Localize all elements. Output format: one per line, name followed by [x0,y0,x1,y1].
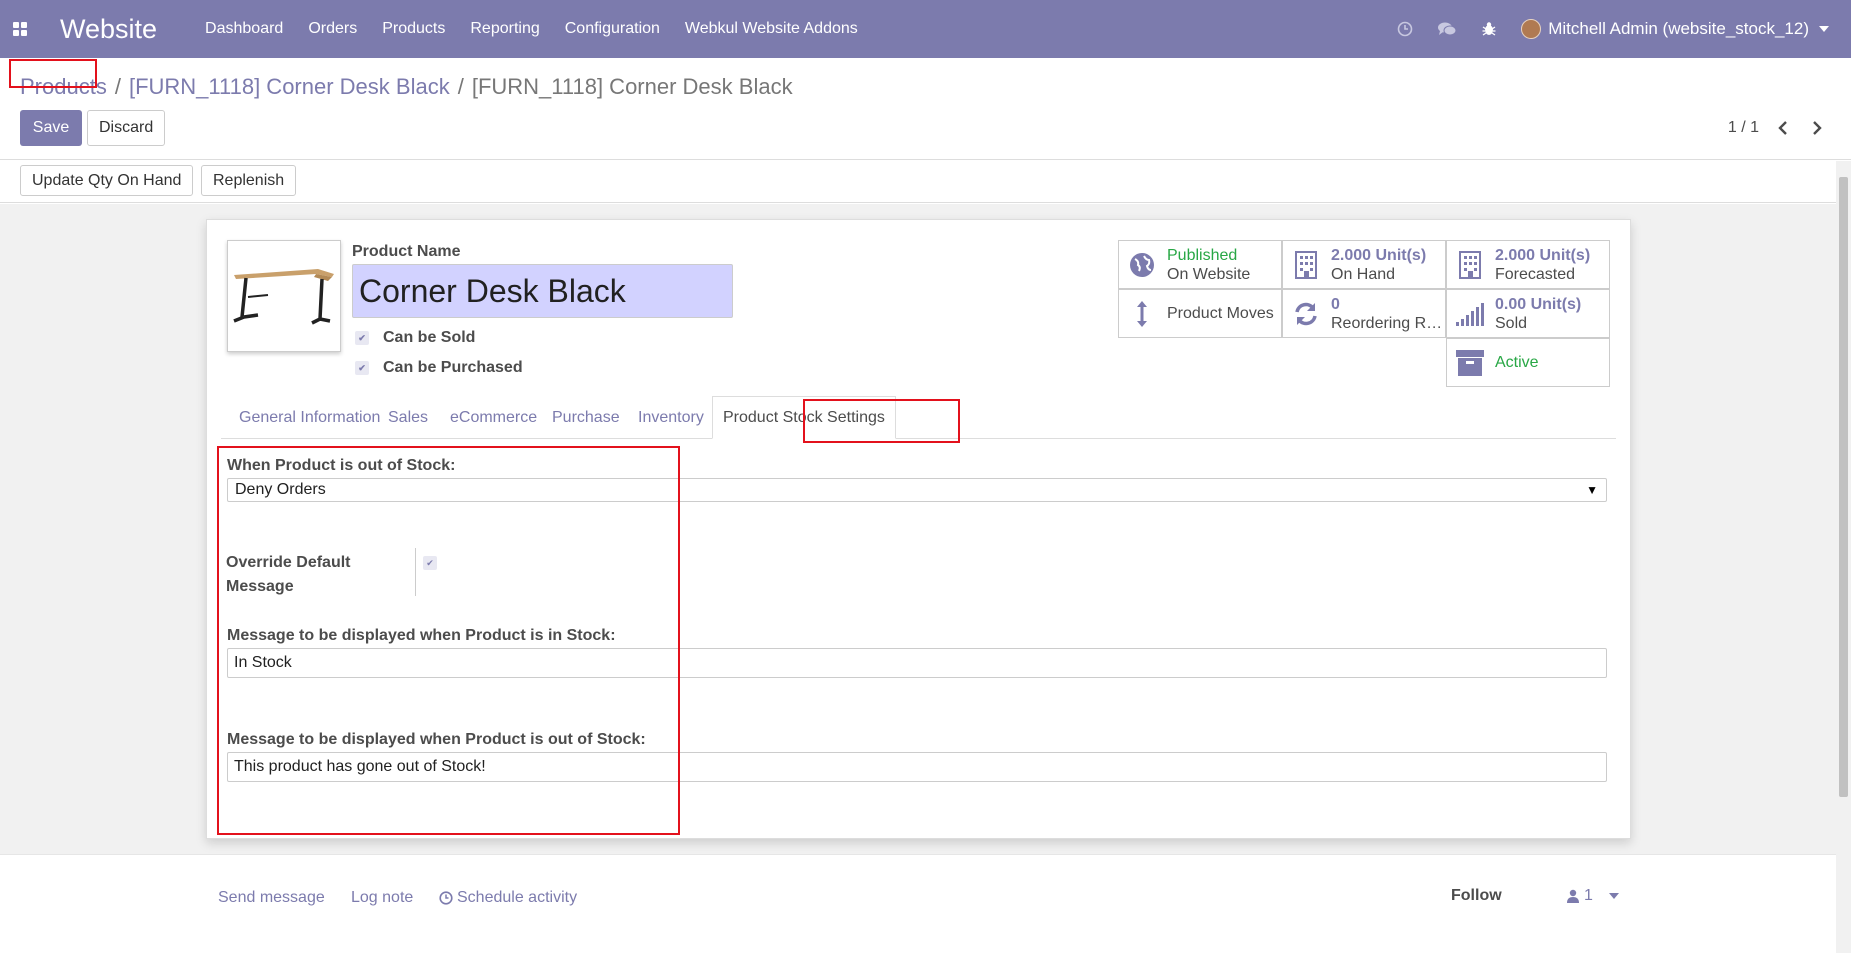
active-toggle-button[interactable]: Active [1446,338,1610,387]
chevron-left-icon[interactable] [1773,118,1793,138]
smart-buttons: Published On Website 2.000 Unit(s) On Ha… [1118,240,1611,403]
sold-sub: Sold [1495,314,1528,332]
main-menu: Dashboard Orders Products Reporting Conf… [205,20,883,38]
highlight-box-stock-settings [217,446,680,835]
update-qty-button[interactable]: Update Qty On Hand [20,165,194,196]
caret-down-icon: ▼ [1586,483,1598,497]
building-icon [1455,250,1485,280]
can-be-sold-label: Can be Sold [383,329,476,346]
on-hand-value: 2.000 Unit(s) [1331,246,1427,264]
clock-icon[interactable] [1395,19,1415,39]
user-icon [1567,889,1579,903]
can-be-sold-checkbox[interactable]: ✔ [355,331,369,345]
apps-menu-icon[interactable] [0,0,40,58]
form-statusbar: Update Qty On Hand Replenish [0,161,1851,203]
bug-icon[interactable] [1479,19,1499,39]
schedule-activity-label: Schedule activity [457,889,578,906]
on-hand-smart-button[interactable]: 2.000 Unit(s) On Hand [1282,240,1446,289]
tab-ecommerce[interactable]: eCommerce [440,396,547,439]
chevron-down-icon [1819,26,1829,32]
user-name: Mitchell Admin (website_stock_12) [1548,19,1809,38]
menu-item-webkul-addons[interactable]: Webkul Website Addons [685,20,858,38]
can-be-purchased-label: Can be Purchased [383,359,523,376]
building-icon [1291,250,1321,280]
tab-inventory[interactable]: Inventory [628,396,714,439]
chevron-right-icon[interactable] [1807,118,1827,138]
scrollbar[interactable] [1836,161,1851,953]
forecasted-smart-button[interactable]: 2.000 Unit(s) Forecasted [1446,240,1610,289]
product-moves-smart-button[interactable]: Product Moves [1118,289,1282,338]
breadcrumb-current: [FURN_1118] Corner Desk Black [471,74,793,99]
menu-item-orders[interactable]: Orders [308,20,357,38]
published-sub: On Website [1167,265,1251,283]
reordering-value: 0 [1331,295,1340,313]
save-button[interactable]: Save [20,110,82,146]
active-label: Active [1495,354,1539,371]
scrollbar-thumb[interactable] [1839,177,1848,797]
breadcrumb-separator: / [114,74,121,99]
avatar [1521,19,1542,39]
reordering-sub: Reordering Rules [1331,314,1443,332]
can-be-purchased-checkbox[interactable]: ✔ [355,361,369,375]
form-sheet: Product Name Corner Desk Black ✔ Can be … [206,219,1631,839]
up-down-arrow-icon [1127,299,1157,329]
sold-value: 0.00 Unit(s) [1495,295,1582,313]
breadcrumb-separator: / [457,74,464,99]
followers-button[interactable]: 1 [1567,887,1619,905]
breadcrumb: Products / [FURN_1118] Corner Desk Black… [20,74,793,100]
top-navbar: Website Dashboard Orders Products Report… [0,0,1851,58]
signal-icon [1455,299,1485,329]
chatter: Send message Log note Schedule activity … [0,854,1836,953]
menu-item-products[interactable]: Products [382,20,445,38]
tab-purchase[interactable]: Purchase [542,396,630,439]
schedule-activity-link[interactable]: Schedule activity [439,889,577,907]
highlight-box-stock-tab [803,399,960,443]
product-name-input[interactable]: Corner Desk Black [352,264,733,318]
product-moves-label: Product Moves [1167,305,1274,322]
forecasted-sub: Forecasted [1495,265,1576,283]
sold-smart-button[interactable]: 0.00 Unit(s) Sold [1446,289,1610,338]
discard-button[interactable]: Discard [87,110,166,146]
send-message-link[interactable]: Send message [218,889,325,907]
refresh-icon [1291,299,1321,329]
followers-count: 1 [1584,887,1593,904]
tab-general-information[interactable]: General Information [229,396,390,439]
can-be-sold-row: ✔ Can be Sold [352,329,475,347]
menu-item-reporting[interactable]: Reporting [470,20,539,38]
navbar-systray: Mitchell Admin (website_stock_12) [1395,0,1851,58]
user-menu[interactable]: Mitchell Admin (website_stock_12) [1521,19,1829,39]
menu-item-dashboard[interactable]: Dashboard [205,20,283,38]
archive-icon [1455,348,1485,378]
published-smart-button[interactable]: Published On Website [1118,240,1282,289]
replenish-button[interactable]: Replenish [201,165,297,196]
follow-button[interactable]: Follow [1451,887,1502,905]
chat-icon[interactable] [1437,19,1457,39]
product-name-label: Product Name [352,243,461,260]
app-brand[interactable]: Website [60,14,157,45]
can-be-purchased-row: ✔ Can be Purchased [352,359,523,377]
menu-item-configuration[interactable]: Configuration [565,20,660,38]
highlight-box-products [9,59,97,88]
globe-icon [1127,250,1157,280]
reordering-rules-smart-button[interactable]: 0 Reordering Rules [1282,289,1446,338]
clock-icon [439,891,453,905]
breadcrumb-product-template[interactable]: [FURN_1118] Corner Desk Black [129,74,450,100]
chevron-down-icon [1608,893,1619,899]
published-value: Published [1167,246,1238,264]
on-hand-sub: On Hand [1331,265,1396,283]
pager: 1 / 1 [1728,118,1827,138]
forecasted-value: 2.000 Unit(s) [1495,246,1591,264]
tab-sales[interactable]: Sales [378,396,438,439]
pager-value[interactable]: 1 / 1 [1728,119,1759,137]
log-note-link[interactable]: Log note [351,889,413,907]
product-image[interactable] [227,240,341,352]
control-panel: Products / [FURN_1118] Corner Desk Black… [0,58,1851,160]
